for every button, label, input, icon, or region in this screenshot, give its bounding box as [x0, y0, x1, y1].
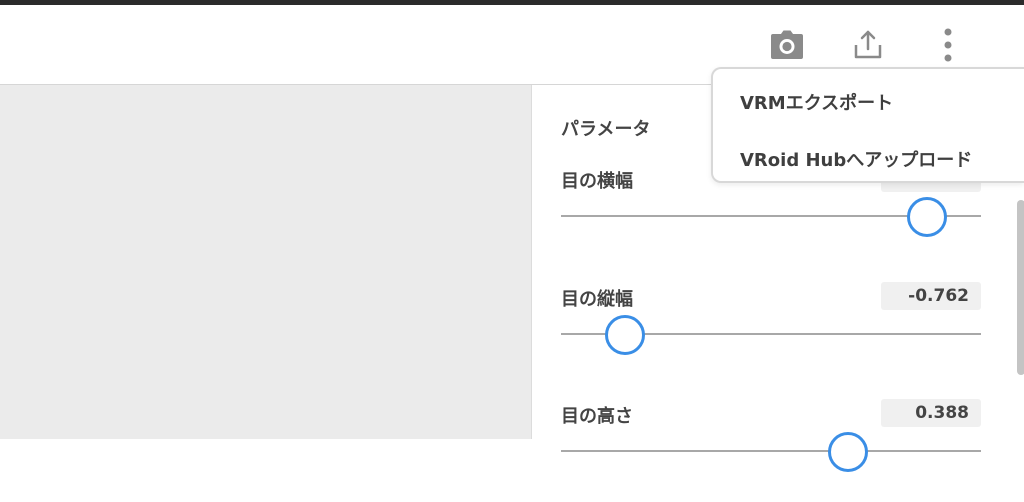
- slider-track[interactable]: [561, 450, 981, 452]
- 3d-viewport[interactable]: [0, 85, 531, 439]
- export-dropdown-menu: VRMエクスポート VRoid Hubへアップロード: [711, 67, 1024, 183]
- camera-icon[interactable]: [767, 25, 807, 65]
- param-eye-height: 目の縦幅 -0.762: [561, 282, 981, 385]
- param-eye-position: 目の高さ 0.388: [561, 399, 981, 502]
- menu-item-vrm-export[interactable]: VRMエクスポート: [740, 89, 893, 115]
- menu-item-vroid-hub-upload[interactable]: VRoid Hubへアップロード: [740, 146, 972, 172]
- slider-thumb[interactable]: [827, 432, 868, 472]
- param-label: 目の高さ: [561, 406, 633, 427]
- param-value-field[interactable]: 0.388: [881, 399, 981, 427]
- panel-scrollbar[interactable]: [1017, 200, 1024, 375]
- param-value-field[interactable]: -0.762: [881, 282, 981, 310]
- more-vertical-icon[interactable]: [928, 25, 968, 65]
- param-label: 目の縦幅: [561, 289, 633, 310]
- panel-title: パラメータ: [561, 119, 651, 140]
- share-upload-icon[interactable]: [848, 25, 888, 65]
- param-label: 目の横幅: [561, 171, 633, 192]
- slider-thumb[interactable]: [605, 315, 645, 355]
- slider-thumb[interactable]: [907, 197, 948, 237]
